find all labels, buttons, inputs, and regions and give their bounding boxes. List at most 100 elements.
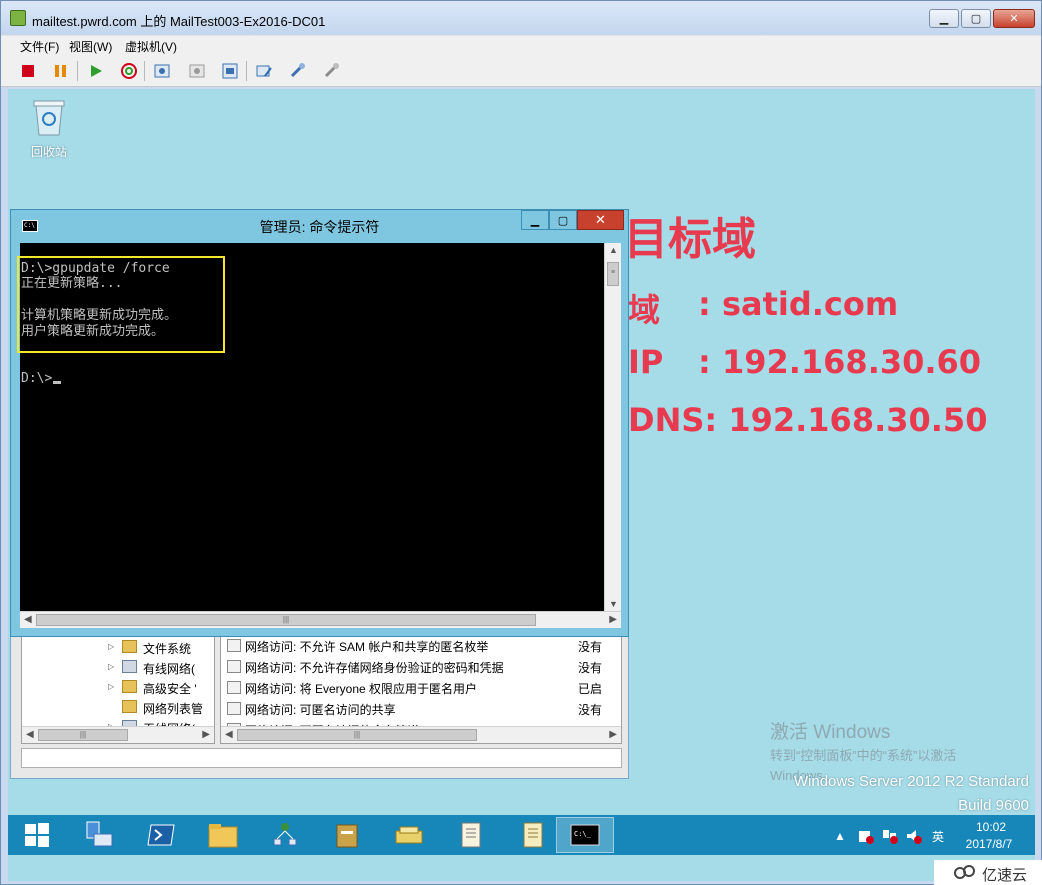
snapshot-icon[interactable] [151,60,173,82]
start-button[interactable] [8,817,66,853]
network-policy-icon [122,660,137,673]
cmd-titlebar[interactable]: C:\ 管理员: 命令提示符 ▁ ▢ ✕ [11,210,628,240]
expand-arrow-icon[interactable]: ▷ [108,662,114,671]
policy-tree: ▷ 文件系统 ▷ 有线网络( ▷ 高级安全 ' 网络列表管 ◀ ||| ▶ [21,636,215,744]
policy-setting-icon [227,702,241,715]
console-vertical-scrollbar[interactable]: ▲ ≡ ▼ [604,243,621,611]
menu-vm[interactable]: 虚拟机(V) [125,38,177,55]
start-icon[interactable] [85,60,107,82]
server-edition: Windows Server 2012 R2 Standard [793,773,1029,790]
network-icon [273,823,297,846]
document-button[interactable] [504,817,562,853]
ime-indicator[interactable]: 英 [930,828,946,844]
vm-toolbar [1,55,1041,87]
volume-icon[interactable] [906,828,922,844]
bginfo-heading: 目标域 [624,214,756,265]
group-policy-icon [336,824,358,848]
vm-titlebar[interactable]: mailtest.pwrd.com 上的 MailTest003-Ex2016-… [1,1,1041,35]
network-status-icon[interactable] [882,828,898,844]
powershell-button[interactable] [132,817,190,853]
command-prompt-icon: C:\_ [570,824,600,846]
activation-subtitle: 转到“控制面板”中的“系统”以激活 [770,748,957,763]
console-options-icon[interactable] [287,60,309,82]
tools-icon [395,826,423,844]
server-manager-icon [86,821,113,847]
reset-icon[interactable] [118,60,140,82]
guest-desktop[interactable]: 回收站 目标域 域 : satid.com IP : 192.168.30.60… [8,89,1035,881]
server-manager-button[interactable] [70,817,128,853]
clock-date[interactable]: 2017/8/7 [956,837,1022,851]
mmc-status-bar [21,748,622,768]
vm-window-title: mailtest.pwrd.com 上的 MailTest003-Ex2016-… [32,14,326,29]
list-item[interactable]: 网络访问: 将 Everyone 权限应用于匿名用户 已启 [221,677,621,698]
action-center-icon[interactable] [858,828,874,844]
group-policy-button[interactable] [318,817,376,853]
bginfo-ip-value: : 192.168.30.60 [698,343,982,381]
notepad-button[interactable] [442,817,500,853]
group-policy-editor-window[interactable]: ▷ 文件系统 ▷ 有线网络( ▷ 高级安全 ' 网络列表管 ◀ ||| ▶ 网络… [10,627,629,779]
pause-icon[interactable] [50,60,72,82]
cmd-close-button[interactable]: ✕ [577,210,624,230]
highlight-annotation [17,256,225,353]
list-horizontal-scrollbar[interactable]: ◀ ||| ▶ [221,726,621,743]
cmd-minimize-button[interactable]: ▁ [521,210,549,230]
recycle-bin-label: 回收站 [30,145,67,159]
menu-view[interactable]: 视图(W) [69,38,112,55]
watermark-text: 亿速云 [982,867,1028,884]
recycle-bin-icon [32,97,66,137]
folder-icon [122,680,137,693]
start-icon [25,823,49,847]
menu-file[interactable]: 文件(F) [20,38,59,55]
tools-button[interactable] [380,817,438,853]
text-cursor [53,381,62,384]
stop-icon[interactable] [17,60,39,82]
recycle-bin-shortcut[interactable]: 回收站 [22,97,76,160]
tree-item[interactable]: 网络列表管 [22,697,214,717]
clock-time[interactable]: 10:02 [966,820,1016,834]
minimize-button[interactable]: ▁ [929,9,959,28]
network-button[interactable] [256,817,314,853]
cmd-maximize-button[interactable]: ▢ [549,210,577,230]
taskbar: C:\_ ▲ 英 10:02 2017/8/7 [8,815,1035,855]
policy-setting-icon [227,660,241,673]
folder-icon [122,700,137,713]
expand-arrow-icon[interactable]: ▷ [108,642,114,651]
file-explorer-button[interactable] [194,817,252,853]
vm-console-window: mailtest.pwrd.com 上的 MailTest003-Ex2016-… [0,0,1042,885]
command-prompt-window[interactable]: C:\ 管理员: 命令提示符 ▁ ▢ ✕ D:\>gpupdate /force… [10,209,629,637]
policy-setting-icon [227,639,241,652]
folder-icon [122,640,137,653]
tree-item[interactable]: ▷ 有线网络( [22,657,214,677]
maximize-button[interactable]: ▢ [961,9,991,28]
revert-snapshot-icon[interactable] [186,60,208,82]
tree-item[interactable]: ▷ 高级安全 ' [22,677,214,697]
notepad-icon [461,822,481,848]
vm-tools-icon[interactable] [321,60,343,82]
policy-list: 网络访问: 不允许 SAM 帐户和共享的匿名枚举 没有 网络访问: 不允许存储网… [220,636,622,744]
bginfo-domain-value: : satid.com [698,285,899,323]
bginfo-domain-label: 域 [628,291,661,329]
svg-text:C:\_: C:\_ [574,830,592,838]
bginfo-ip-label: IP [628,343,664,381]
list-item[interactable]: 网络访问: 可匿名访问的共享 没有 [221,698,621,719]
edit-settings-icon[interactable] [253,60,275,82]
document-icon [523,822,543,848]
console-horizontal-scrollbar[interactable]: ◀ ||| ▶ [20,611,621,628]
tree-horizontal-scrollbar[interactable]: ◀ ||| ▶ [22,726,214,743]
manage-snapshots-icon[interactable] [219,60,241,82]
command-prompt-taskbar-button[interactable]: C:\_ [556,817,614,853]
list-item[interactable]: 网络访问: 不允许 SAM 帐户和共享的匿名枚举 没有 [221,637,621,656]
list-item[interactable]: 网络访问: 不允许存储网络身份验证的密码和凭据 没有 [221,656,621,677]
close-button[interactable]: ✕ [993,9,1035,28]
watermark: 亿速云 [934,860,1042,885]
tree-item[interactable]: ▷ 文件系统 [22,637,214,657]
server-build: Build 9600 [958,797,1029,814]
show-hidden-icons-button[interactable]: ▲ [832,828,848,844]
policy-setting-icon [227,681,241,694]
expand-arrow-icon[interactable]: ▷ [108,682,114,691]
bginfo-dns: DNS: 192.168.30.50 [628,401,988,439]
console-output[interactable]: D:\>gpupdate /force 正在更新策略... 计算机策略更新成功完… [17,243,604,611]
file-explorer-icon [208,824,238,848]
activation-title: 激活 Windows [770,722,891,743]
vsphere-app-icon [10,10,26,26]
